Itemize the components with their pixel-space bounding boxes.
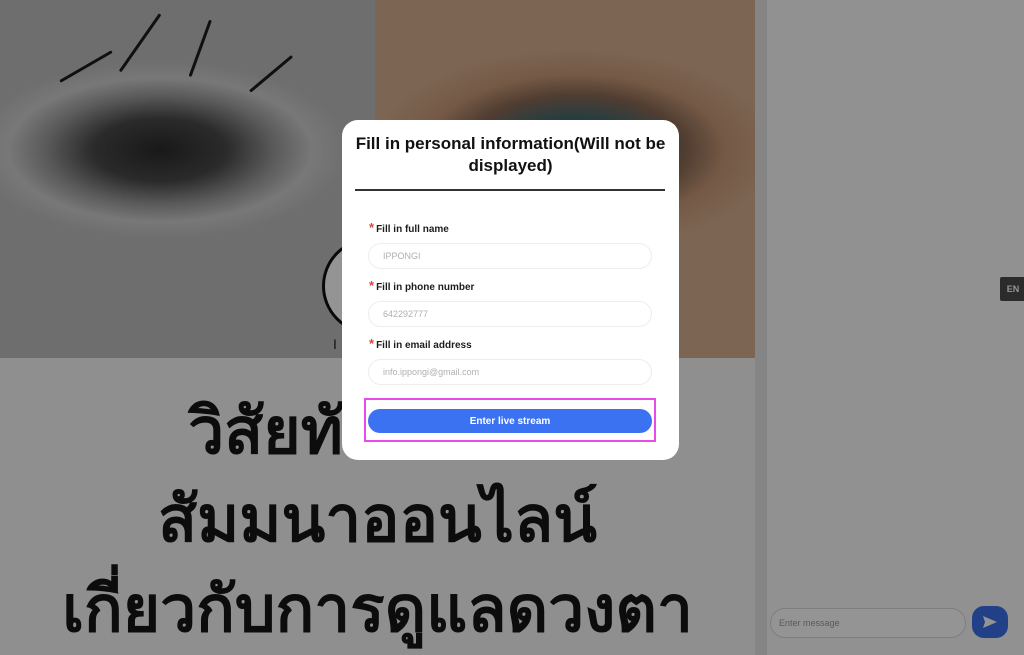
full-name-label-text: Fill in full name [376,224,449,235]
email-label-text: Fill in email address [376,340,472,351]
full-name-label: * Fill in full name [369,220,449,235]
required-mark: * [369,336,375,351]
email-label: * Fill in email address [369,336,472,351]
required-mark: * [369,220,375,235]
dialog-title: Fill in personal information(Will not be… [355,134,666,175]
full-name-input[interactable] [368,243,652,269]
phone-label: * Fill in phone number [369,278,474,293]
email-input[interactable] [368,359,652,385]
required-mark: * [369,278,375,293]
enter-live-stream-button[interactable]: Enter live stream [368,409,652,433]
phone-input[interactable] [368,301,652,327]
personal-info-dialog: Fill in personal information(Will not be… [342,120,679,460]
phone-label-text: Fill in phone number [376,282,475,293]
title-divider [355,189,665,191]
